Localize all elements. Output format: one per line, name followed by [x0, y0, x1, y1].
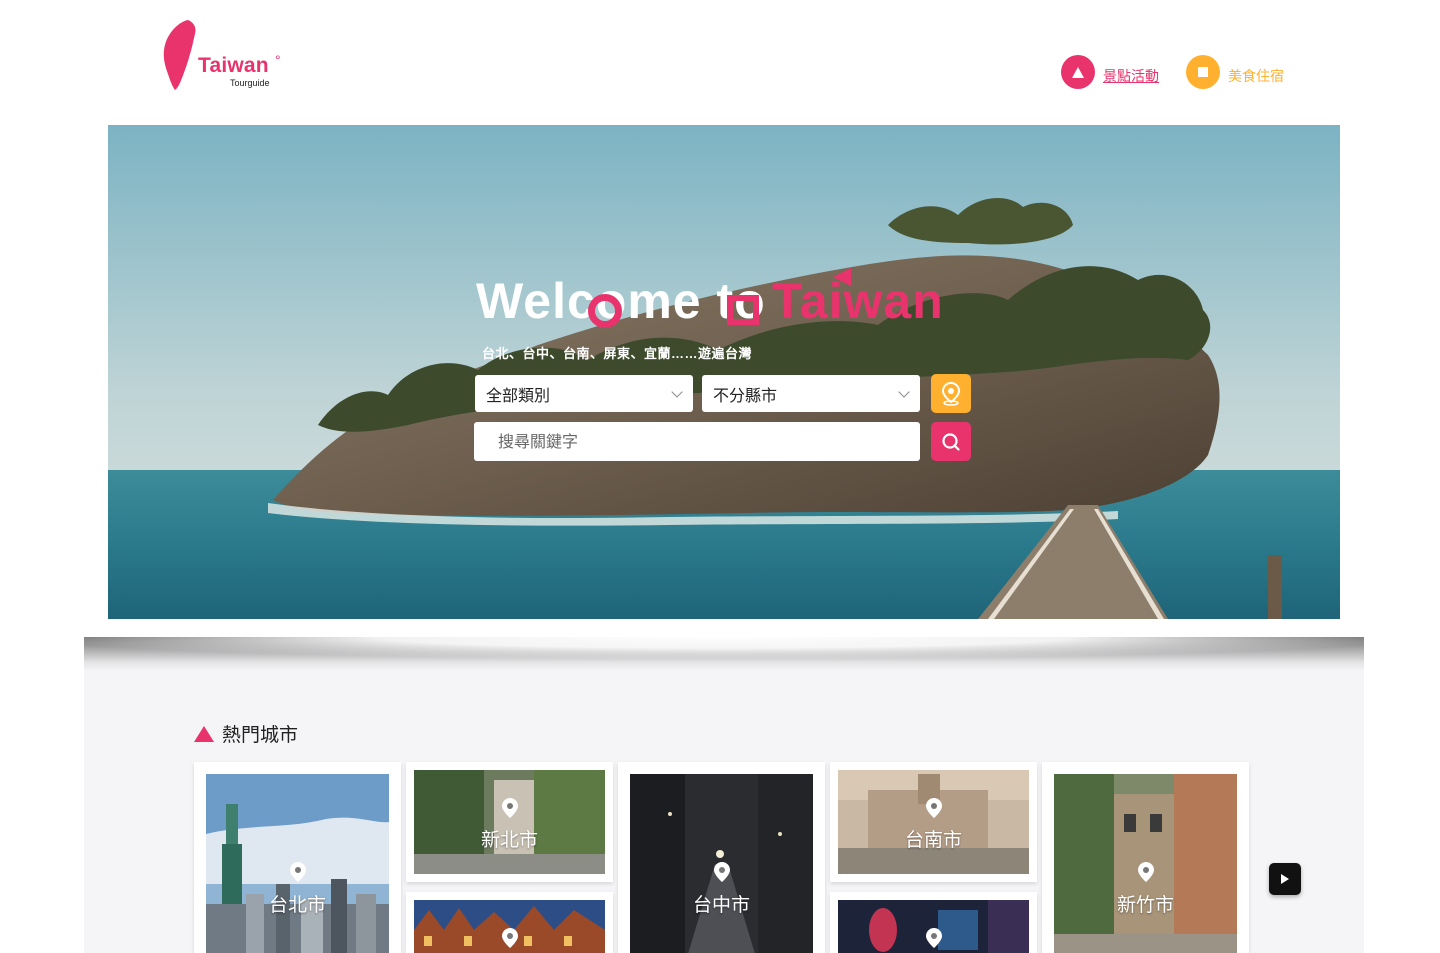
popular-cities-title: 熱門城市 — [222, 724, 299, 746]
category-select-value: 全部類別 — [486, 385, 551, 405]
logo-subtitle: Tourguide — [230, 78, 270, 88]
locate-button[interactable] — [931, 374, 971, 413]
triangle-icon — [194, 725, 214, 742]
location-pin-icon — [501, 928, 518, 952]
location-pin-icon — [925, 798, 942, 822]
city-photo — [838, 770, 1029, 874]
location-pin-icon — [289, 862, 306, 886]
city-card-new-taipei[interactable]: 新北市 — [406, 762, 613, 882]
city-select[interactable]: 不分縣市 — [702, 375, 920, 412]
location-pin-icon — [1137, 862, 1154, 886]
taiwan-logo[interactable]: Taiwan ° Tourguide — [160, 18, 300, 94]
city-name: 新竹市 — [1116, 894, 1174, 916]
city-name: 台中市 — [692, 894, 750, 916]
city-card-6[interactable] — [830, 892, 1037, 953]
nav-spots-label: 景點活動 — [1103, 68, 1159, 84]
welcome-prefix: Welcome to — [476, 273, 766, 329]
popular-cities-heading: 熱門城市 — [194, 720, 298, 747]
search-input[interactable] — [474, 422, 920, 461]
city-name: 新北市 — [480, 829, 538, 851]
nav-food-lodging[interactable]: 美食住宿 — [1186, 54, 1284, 90]
city-photo — [414, 770, 605, 874]
hero-island-photo — [108, 125, 1340, 619]
play-arrow-icon — [1281, 874, 1289, 884]
city-card-taipei[interactable]: 台北市 — [194, 762, 401, 953]
location-pin-icon — [713, 862, 730, 886]
city-name: 台北市 — [268, 894, 326, 916]
carousel-next-button[interactable] — [1269, 863, 1301, 895]
welcome-heading: Welcome to Taiwan — [476, 272, 976, 342]
welcome-square-deco — [727, 295, 759, 325]
welcome-triangle-deco — [833, 268, 851, 286]
city-select-value: 不分縣市 — [713, 385, 778, 405]
chevron-down-icon — [671, 386, 683, 398]
city-name: 台南市 — [904, 829, 962, 851]
welcome-highlight: Taiwan — [772, 273, 944, 329]
city-card-taichung[interactable]: 台中市 — [618, 762, 825, 953]
category-select[interactable]: 全部類別 — [475, 375, 693, 412]
location-pin-icon — [941, 381, 961, 406]
nav-food-label: 美食住宿 — [1228, 68, 1284, 84]
location-pin-icon — [925, 928, 942, 952]
city-card-4[interactable] — [406, 892, 613, 953]
search-button[interactable] — [931, 422, 971, 461]
hero-banner — [108, 125, 1340, 619]
logo-degree: ° — [275, 52, 281, 68]
city-card-tainan[interactable]: 台南市 — [830, 762, 1037, 882]
taiwan-map-icon — [163, 20, 196, 90]
logo-wordmark: Taiwan — [198, 54, 269, 77]
location-pin-icon — [501, 798, 518, 822]
triangle-icon — [1061, 55, 1095, 89]
city-card-hsinchu[interactable]: 新竹市 — [1042, 762, 1249, 953]
chevron-down-icon — [898, 386, 910, 398]
square-icon — [1186, 55, 1220, 89]
nav-spots-activities[interactable]: 景點活動 — [1061, 54, 1159, 90]
welcome-circle-deco — [588, 294, 622, 328]
search-icon — [942, 432, 960, 451]
hero-tagline: 台北、台中、台南、屏東、宜蘭……遊遍台灣 — [482, 346, 753, 361]
